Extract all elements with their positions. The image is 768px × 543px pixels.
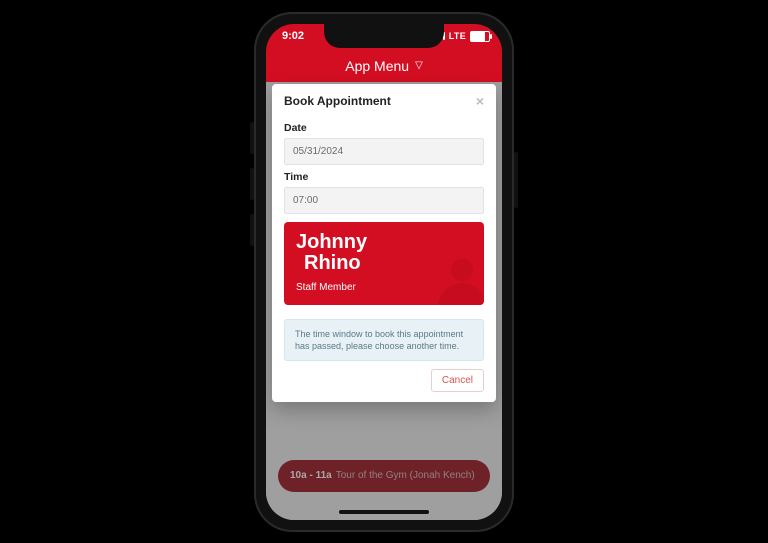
modal-footer: Cancel [272,361,496,396]
time-passed-alert: The time window to book this appointment… [284,319,484,361]
staff-card[interactable]: Johnny Rhino Staff Member [284,222,484,305]
close-icon[interactable]: × [476,94,484,108]
stage: 9:02 LTE App Menu ▽ 10a - 11a Tour of th… [0,0,768,543]
home-indicator[interactable] [339,510,429,514]
phone-screen: 9:02 LTE App Menu ▽ 10a - 11a Tour of th… [266,24,502,520]
app-menu-title: App Menu [345,58,409,74]
modal-body: Date Time Johnny Rhino Staff Member The … [272,122,496,361]
person-silhouette-icon [434,253,484,305]
phone-notch [324,24,444,48]
phone-frame: 9:02 LTE App Menu ▽ 10a - 11a Tour of th… [254,12,514,532]
modal-title: Book Appointment [284,94,391,108]
date-field[interactable] [284,138,484,165]
modal-header: Book Appointment × [272,84,496,116]
staff-name-line1: Johnny [296,232,472,253]
status-time: 9:02 [282,30,304,42]
network-label: LTE [449,31,466,41]
battery-icon [470,31,490,42]
chevron-down-icon: ▽ [415,61,423,71]
cancel-button[interactable]: Cancel [431,369,484,392]
time-field[interactable] [284,187,484,214]
time-label: Time [284,171,484,183]
book-appointment-modal: Book Appointment × Date Time Johnny Rhin… [272,84,496,402]
date-label: Date [284,122,484,134]
app-menu-bar[interactable]: App Menu ▽ [266,50,502,82]
